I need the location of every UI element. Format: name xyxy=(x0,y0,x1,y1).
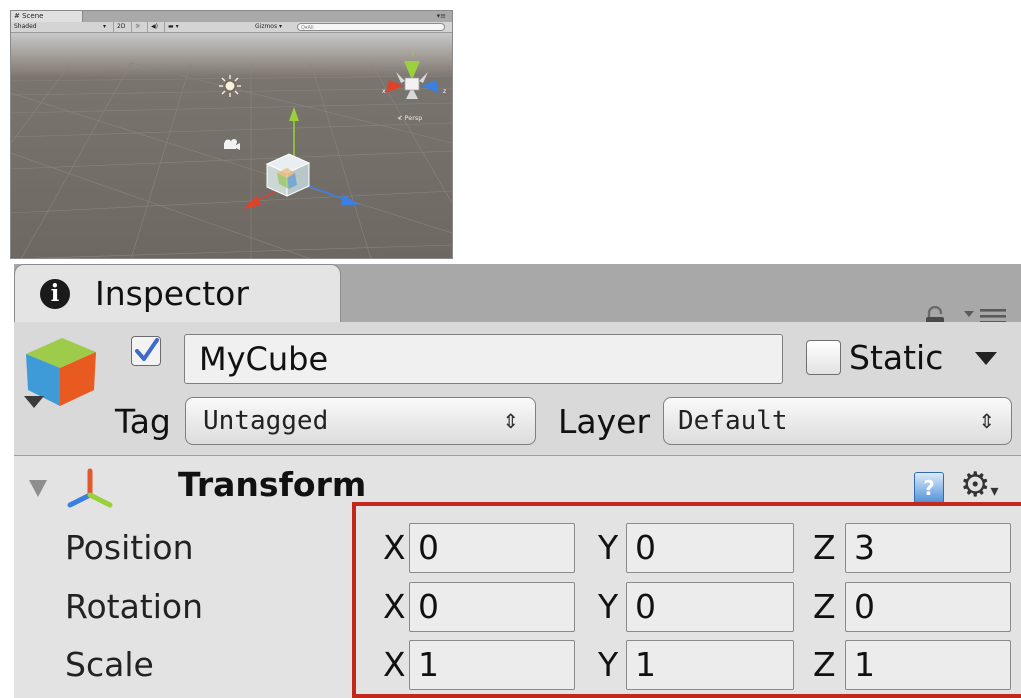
scene-viewport[interactable]: y x z ≮ Persp xyxy=(11,33,452,259)
updown-arrows-icon: ⇕ xyxy=(502,409,519,433)
chevron-down-icon[interactable] xyxy=(24,396,44,408)
position-label: Position xyxy=(65,528,194,567)
active-checkbox[interactable] xyxy=(131,336,161,366)
static-label: Static xyxy=(849,338,944,377)
scene-search-input[interactable]: Q▾All xyxy=(297,23,445,31)
rotation-label: Rotation xyxy=(65,587,204,626)
draw-mode-dropdown[interactable]: Shaded ▾ xyxy=(11,22,109,32)
effects-dropdown-icon[interactable]: ▬ ▾ xyxy=(164,22,194,32)
inspector-tab-title: Inspector xyxy=(95,274,249,313)
orientation-z-label: z xyxy=(443,88,446,95)
scene-tab-label: Scene xyxy=(22,12,44,20)
info-icon: i xyxy=(40,279,70,309)
scene-grid-icon: # xyxy=(14,12,20,20)
chevron-down-icon: ▾ xyxy=(990,481,999,500)
checkmark-icon xyxy=(135,338,159,361)
lighting-toggle-icon[interactable]: ☼ xyxy=(131,22,147,32)
tag-dropdown[interactable]: Untagged ⇕ xyxy=(185,397,536,445)
scene-toolbar: Shaded ▾ 2D ☼ ◀) ▬ ▾ Gizmos ▾ Q▾All xyxy=(11,22,452,33)
static-dropdown-icon[interactable] xyxy=(975,352,997,365)
updown-arrows-icon: ⇕ xyxy=(978,409,995,433)
gizmos-label: Gizmos xyxy=(255,23,278,30)
layer-dropdown[interactable]: Default ⇕ xyxy=(663,397,1012,445)
directional-light-icon[interactable] xyxy=(219,75,241,97)
layer-value: Default xyxy=(678,406,788,436)
tag-value: Untagged xyxy=(203,406,329,436)
help-book-icon[interactable]: ? xyxy=(914,472,944,504)
orientation-y-label: y xyxy=(411,50,415,57)
scale-label: Scale xyxy=(65,645,154,684)
scene-tab[interactable]: # Scene xyxy=(11,11,83,22)
persp-label[interactable]: ≮ Persp xyxy=(397,114,422,122)
static-checkbox[interactable] xyxy=(806,340,841,375)
gizmos-dropdown[interactable]: Gizmos ▾ xyxy=(252,22,296,32)
audio-toggle-icon[interactable]: ◀) xyxy=(147,22,163,32)
gameobject-name-field[interactable]: MyCube xyxy=(184,334,783,384)
gameobject-cube-icon[interactable] xyxy=(22,334,100,416)
foldout-arrow-icon[interactable] xyxy=(29,480,47,497)
highlight-box xyxy=(352,502,1021,698)
mode-2d-button[interactable]: 2D xyxy=(113,22,130,32)
chevron-down-icon: ▾ xyxy=(102,23,106,30)
scene-tab-menu-icon[interactable]: ▾≡ xyxy=(437,11,446,21)
transform-axes-icon xyxy=(67,468,113,508)
orientation-x-label: x xyxy=(382,88,386,95)
draw-mode-label: Shaded xyxy=(14,23,37,30)
scene-window: # Scene ▾≡ Shaded ▾ 2D ☼ ◀) ▬ ▾ Gizmos ▾… xyxy=(10,10,453,259)
layer-label: Layer xyxy=(558,402,651,441)
transform-title: Transform xyxy=(178,465,367,504)
tag-label: Tag xyxy=(115,402,171,441)
